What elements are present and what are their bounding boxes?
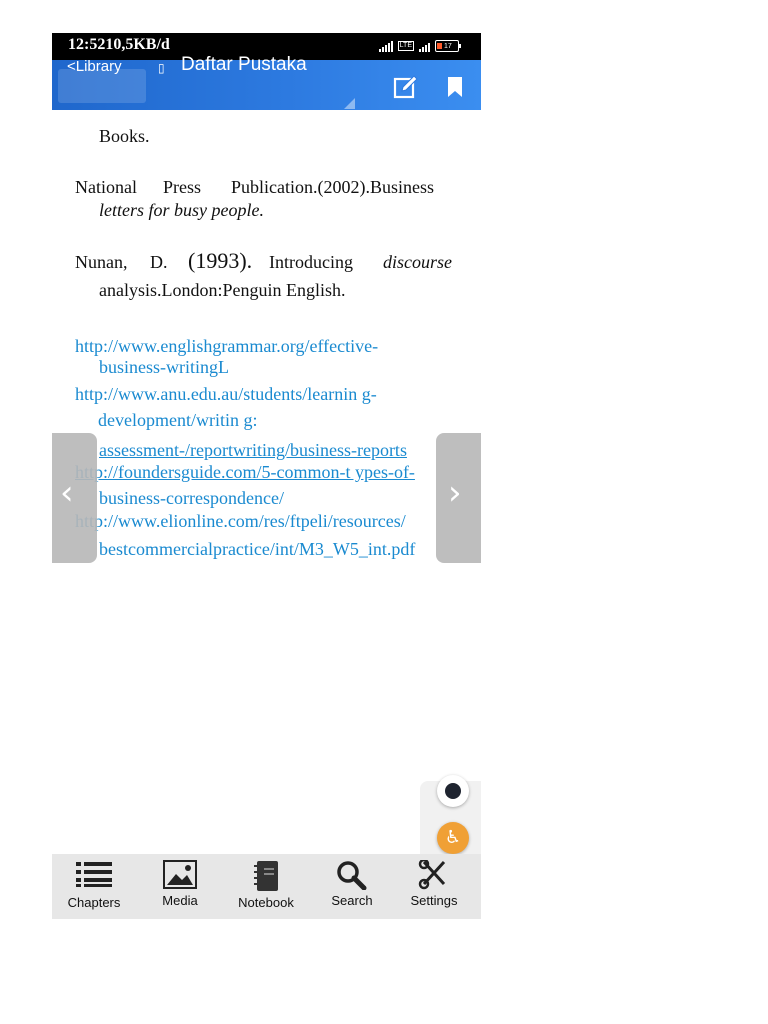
link-anu-line1[interactable]: http://www.anu.edu.au/students/learnin g… — [75, 384, 377, 405]
page-title: Daftar Pustaka — [181, 54, 307, 75]
nav-notebook-label: Notebook — [238, 895, 294, 910]
ref-national-line2: letters for busy people. — [99, 200, 264, 220]
settings-tools-icon — [418, 860, 446, 890]
bookmark-icon[interactable] — [446, 77, 464, 97]
signal-2-icon — [419, 41, 430, 52]
ref-nunan-word5: discourse — [383, 252, 452, 272]
link-anu-line3[interactable]: assessment-/reportwriting/business-repor… — [99, 440, 407, 461]
ref-books-line: Books. — [99, 126, 150, 146]
status-icons: LTE 17 — [378, 40, 461, 52]
bottom-navigation: Chapters Media Notebook Search Settings — [52, 854, 481, 919]
nav-settings-label: Settings — [410, 893, 458, 908]
camera-button[interactable] — [437, 775, 469, 807]
chapters-list-icon — [76, 862, 112, 887]
app-bar: <Library ▯ Daftar Pustaka — [52, 54, 481, 110]
chevron-left-icon: ‹ — [60, 473, 74, 513]
link-foundersguide-line1[interactable]: http://foundersguide.com/5-common-t ypes… — [75, 462, 415, 483]
ref-nunan-line2: analysis.London:Penguin English. — [99, 280, 346, 300]
book-icon: ▯ — [158, 61, 165, 75]
edit-icon[interactable] — [393, 74, 419, 100]
library-back-button[interactable]: <Library — [67, 58, 122, 75]
nav-chapters-label: Chapters — [67, 895, 121, 910]
ref-nunan-year: (1993). — [188, 248, 253, 273]
next-page-button[interactable]: › — [436, 433, 481, 563]
nav-media[interactable]: Media — [140, 860, 220, 908]
link-elionline-line2[interactable]: bestcommercialpractice/int/M3_W5_int.pdf — [99, 539, 415, 560]
ref-national-word1: National — [75, 177, 137, 197]
camera-lens-icon — [445, 783, 461, 799]
search-icon — [337, 861, 367, 890]
media-image-icon — [163, 860, 197, 889]
link-englishgrammar-line1[interactable]: http://www.englishgrammar.org/effective- — [75, 336, 378, 357]
ref-nunan-word4: Introducing — [269, 252, 353, 272]
link-elionline-line1[interactable]: http://www.elionline.com/res/ftpeli/reso… — [75, 511, 406, 532]
corner-marker — [344, 98, 355, 109]
nav-search[interactable]: Search — [312, 860, 392, 908]
nav-settings[interactable]: Settings — [394, 860, 474, 908]
battery-icon: 17 — [435, 40, 461, 52]
link-anu-line2[interactable]: development/writin g: — [98, 410, 257, 431]
nav-media-label: Media — [162, 893, 198, 908]
link-foundersguide-line2[interactable]: business-correspondence/ — [99, 488, 284, 509]
ref-nunan-word1: Nunan, — [75, 252, 128, 272]
notebook-icon — [254, 861, 278, 891]
nav-search-label: Search — [331, 893, 373, 908]
nav-chapters[interactable]: Chapters — [54, 860, 134, 910]
chevron-right-icon: › — [448, 473, 462, 513]
volte-icon: LTE — [397, 41, 414, 51]
signal-icon — [378, 40, 393, 52]
ref-national-word2: Press — [163, 177, 202, 197]
ref-nunan-word2: D. — [150, 252, 168, 272]
battery-level: 17 — [444, 42, 452, 50]
ref-national-word3: Publication.(2002).Business — [231, 177, 434, 197]
phone-screen: 12:5210,5KB/d LTE 17 <Library ▯ Daftar P… — [52, 33, 481, 919]
nav-notebook[interactable]: Notebook — [226, 860, 306, 910]
previous-page-button[interactable]: ‹ — [52, 433, 97, 563]
accessibility-button[interactable]: ♿ — [437, 822, 469, 854]
status-time: 12:5210,5KB/d — [68, 36, 170, 53]
link-englishgrammar-line2[interactable]: business-writingL — [99, 357, 229, 378]
